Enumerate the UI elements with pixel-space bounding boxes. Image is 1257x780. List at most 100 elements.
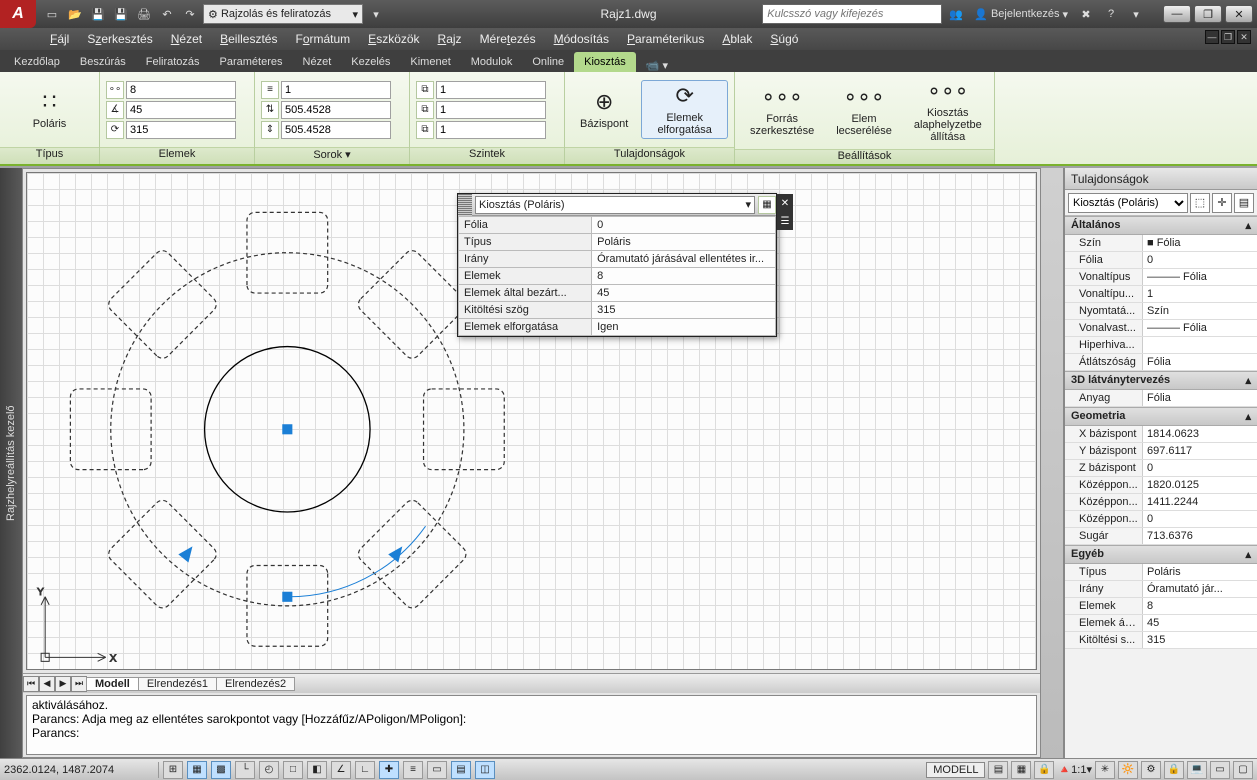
qat-open-icon[interactable]: 📂 <box>65 4 85 24</box>
workspace-combo[interactable]: ⚙ Rajzolás és feliratozás▾ <box>203 4 363 24</box>
menu-dimension[interactable]: Méretezés <box>480 32 536 46</box>
prop-val[interactable]: 8 <box>1143 598 1257 614</box>
qat-new-icon[interactable]: ▭ <box>42 4 62 24</box>
search-input[interactable] <box>762 4 942 24</box>
prop-val[interactable]: 0 <box>1143 252 1257 268</box>
sb-annoscale-icon[interactable]: 🔒 <box>1034 761 1054 779</box>
ribbon-tab-paraméteres[interactable]: Paraméteres <box>210 52 293 72</box>
layout-prev-icon[interactable]: ◀ <box>39 676 55 692</box>
prop-val[interactable]: 1 <box>1143 286 1257 302</box>
rotate-items-button[interactable]: ⟳Elemek elforgatása <box>641 80 728 139</box>
layout-tab[interactable]: Elrendezés1 <box>138 677 217 691</box>
prop-val[interactable]: 1814.0623 <box>1143 426 1257 442</box>
menu-format[interactable]: Formátum <box>295 32 350 46</box>
prop-val[interactable]: Óramutató jár... <box>1143 581 1257 597</box>
sb-qp-icon[interactable]: ▤ <box>451 761 471 779</box>
sb-tpy-icon[interactable]: ▭ <box>427 761 447 779</box>
prop-val[interactable]: Poláris <box>1143 564 1257 580</box>
sb-grid-icon[interactable]: ▩ <box>211 761 231 779</box>
sb-hw-icon[interactable]: 💻 <box>1187 761 1207 779</box>
right-scroll-rail[interactable] <box>1041 168 1063 758</box>
model-space-button[interactable]: MODELL <box>926 762 985 778</box>
ribbon-tab-nézet[interactable]: Nézet <box>293 52 342 72</box>
anno-scale-combo[interactable]: 🔺1:1▾ <box>1057 763 1092 776</box>
command-line[interactable]: aktiválásához.Parancs: Adja meg az ellen… <box>26 695 1037 755</box>
infocenter-icon[interactable]: 👥 <box>945 4 967 24</box>
prop-val[interactable]: 0 <box>1143 460 1257 476</box>
qat-dropdown-icon[interactable]: ▾ <box>366 4 386 24</box>
prop-val[interactable]: 697.6117 <box>1143 443 1257 459</box>
qat-saveas-icon[interactable]: 💾 <box>111 4 131 24</box>
levels-total-input[interactable] <box>436 121 546 139</box>
ribbon-tab-online[interactable]: Online <box>522 52 574 72</box>
qat-print-icon[interactable]: 🖨 <box>134 4 154 24</box>
sb-infer-icon[interactable]: ⊞ <box>163 761 183 779</box>
prop-val[interactable]: 0 <box>1143 511 1257 527</box>
sb-3dosnap-icon[interactable]: ◧ <box>307 761 327 779</box>
prop-group-header[interactable]: Egyéb▴ <box>1065 545 1257 564</box>
menu-window[interactable]: Ablak <box>722 32 752 46</box>
recovery-manager-rail[interactable]: Rajzhelyreállítás kezelő <box>0 168 22 758</box>
prop-group-header[interactable]: 3D látványtervezés▴ <box>1065 371 1257 390</box>
qp-val[interactable]: 45 <box>592 285 776 302</box>
help-icon[interactable]: ? <box>1100 4 1122 24</box>
items-fill-input[interactable] <box>126 121 236 139</box>
layout-tab[interactable]: Modell <box>86 677 139 691</box>
qp-val[interactable]: 0 <box>592 217 776 234</box>
sb-clean-icon[interactable]: ▢ <box>1233 761 1253 779</box>
prop-val[interactable]: 1411.2244 <box>1143 494 1257 510</box>
mdi-close-icon[interactable]: ✕ <box>1237 30 1251 44</box>
levels-between-input[interactable] <box>436 101 546 119</box>
prop-val[interactable]: 1820.0125 <box>1143 477 1257 493</box>
sb-iso-icon[interactable]: ▭ <box>1210 761 1230 779</box>
items-angle-input[interactable] <box>126 101 236 119</box>
qp-close-icon[interactable]: ✕ <box>781 198 789 209</box>
prop-val[interactable]: Fólia <box>1143 354 1257 370</box>
ribbon-tab-kezelés[interactable]: Kezelés <box>341 52 400 72</box>
close-button[interactable]: ✕ <box>1225 5 1253 23</box>
ribbon-tab-kimenet[interactable]: Kimenet <box>400 52 460 72</box>
properties-selection-combo[interactable]: Kiosztás (Poláris) <box>1068 193 1188 213</box>
prop-val[interactable]: 315 <box>1143 632 1257 648</box>
mdi-min-icon[interactable]: — <box>1205 30 1219 44</box>
qat-redo-icon[interactable]: ↷ <box>180 4 200 24</box>
qp-val[interactable]: Igen <box>592 319 776 336</box>
ribbon-extra-icon[interactable]: 📹 ▾ <box>636 59 678 72</box>
sb-av2-icon[interactable]: 🔆 <box>1118 761 1138 779</box>
layout-first-icon[interactable]: ⏮ <box>23 676 39 692</box>
qp-selection-combo[interactable]: Kiosztás (Poláris)▾ <box>475 196 755 214</box>
menu-modify[interactable]: Módosítás <box>554 32 609 46</box>
prop-val[interactable]: Fólia <box>1143 390 1257 406</box>
layout-next-icon[interactable]: ▶ <box>55 676 71 692</box>
basepoint-button[interactable]: ⊕Bázispont <box>571 86 637 133</box>
app-logo[interactable]: A <box>0 0 36 28</box>
edit-source-button[interactable]: ∘∘∘Forrás szerkesztése <box>741 81 823 140</box>
prop-group-header[interactable]: Általános▴ <box>1065 216 1257 235</box>
layout-last-icon[interactable]: ⏭ <box>71 676 87 692</box>
exchange-icon[interactable]: ✖ <box>1075 4 1097 24</box>
sb-ws-icon[interactable]: ⚙ <box>1141 761 1161 779</box>
maximize-button[interactable]: ❐ <box>1194 5 1222 23</box>
ribbon-tab-kiosztás[interactable]: Kiosztás <box>574 52 636 72</box>
ribbon-tab-beszúrás[interactable]: Beszúrás <box>70 52 136 72</box>
prop-val[interactable]: Szín <box>1143 303 1257 319</box>
help-dropdown[interactable]: ▾ <box>1125 4 1147 24</box>
sb-lwt-icon[interactable]: ≡ <box>403 761 423 779</box>
sb-otrack-icon[interactable]: ∠ <box>331 761 351 779</box>
items-count-input[interactable] <box>126 81 236 99</box>
ribbon-tab-feliratozás[interactable]: Feliratozás <box>136 52 210 72</box>
sb-av1-icon[interactable]: ✳ <box>1095 761 1115 779</box>
sb-snap-icon[interactable]: ▦ <box>187 761 207 779</box>
prop-val[interactable] <box>1143 337 1257 353</box>
prop-val[interactable]: 713.6376 <box>1143 528 1257 544</box>
reset-array-button[interactable]: ∘∘∘Kiosztás alaphelyzetbe állítása <box>905 75 991 146</box>
drag-grip-icon[interactable] <box>458 194 472 216</box>
quick-properties-panel[interactable]: Kiosztás (Poláris)▾ ▦ ✕☰ Fólia0TípusPolá… <box>457 193 777 337</box>
sb-polar-icon[interactable]: ◴ <box>259 761 279 779</box>
rows-total-input[interactable] <box>281 121 391 139</box>
prop-val[interactable]: 45 <box>1143 615 1257 631</box>
qp-val[interactable]: 8 <box>592 268 776 285</box>
menu-draw[interactable]: Rajz <box>438 32 462 46</box>
prop-group-header[interactable]: Geometria▴ <box>1065 407 1257 426</box>
qp-val[interactable]: Poláris <box>592 234 776 251</box>
